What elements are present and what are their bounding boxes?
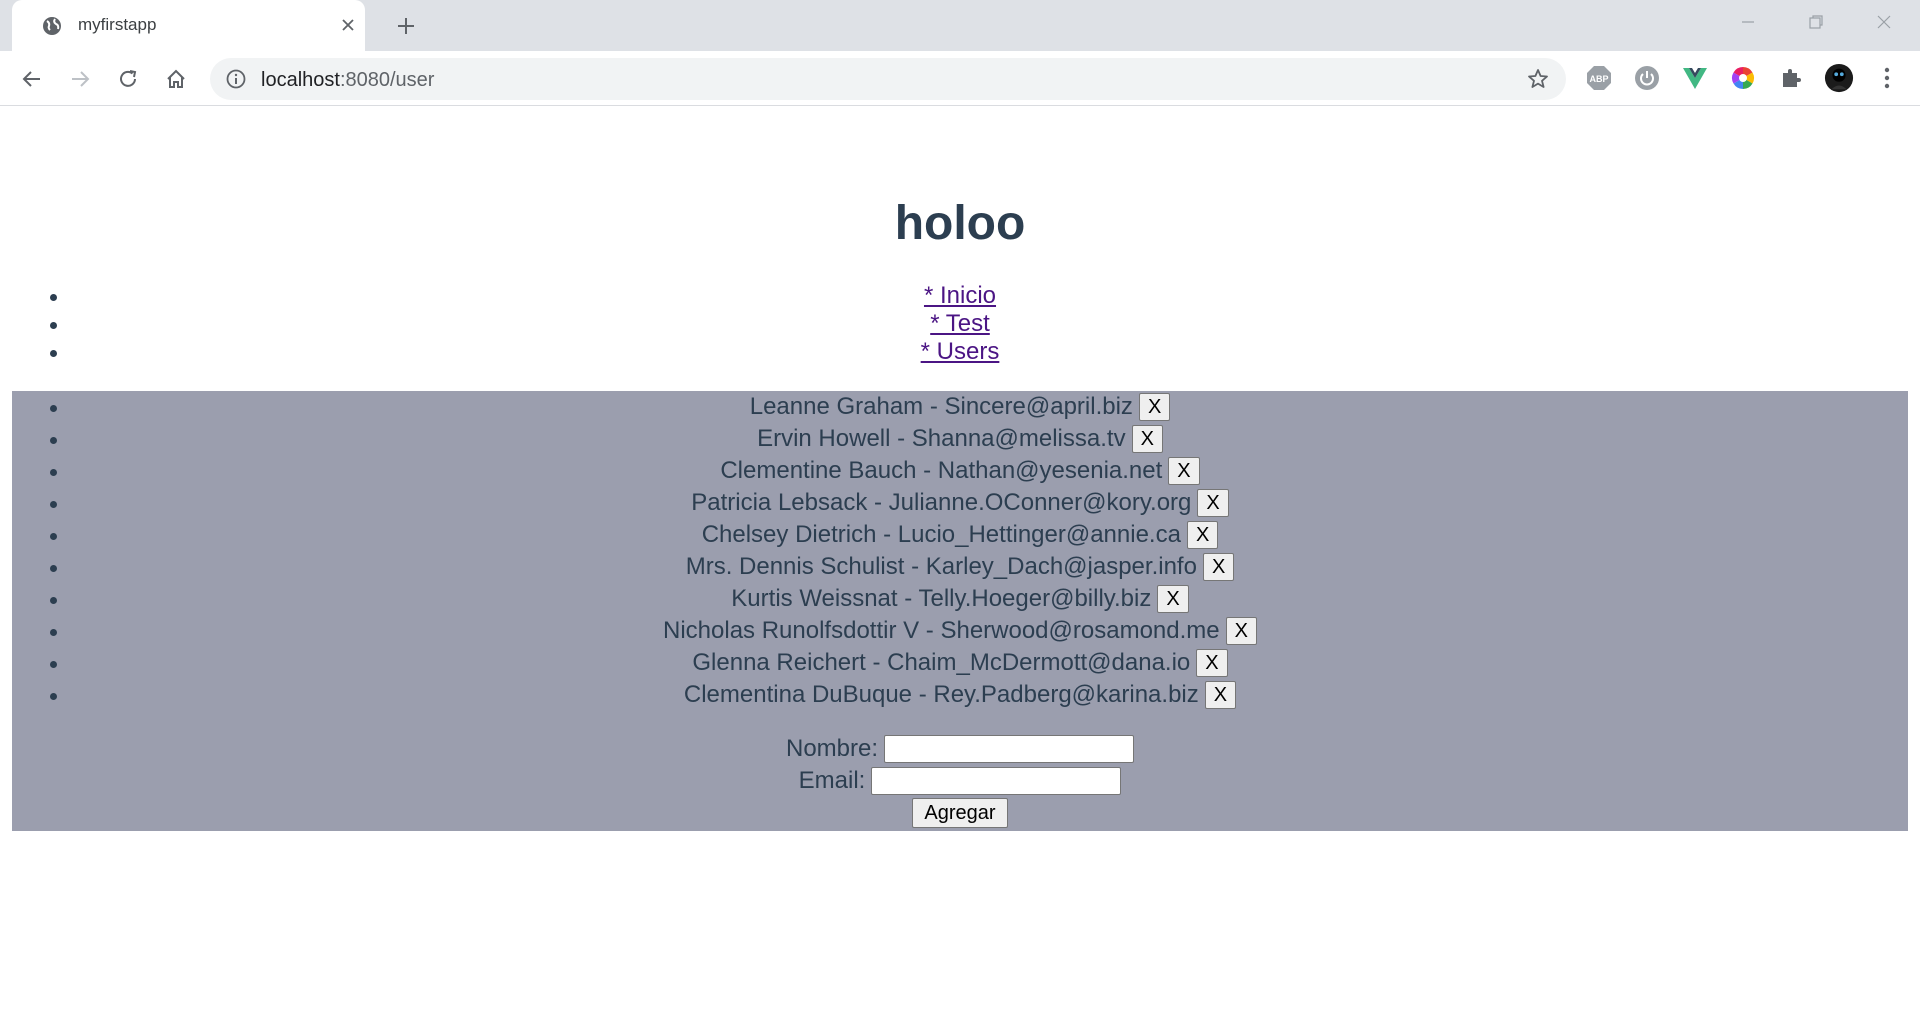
delete-user-button[interactable]: X xyxy=(1138,393,1171,421)
user-list-item: Kurtis Weissnat - Telly.Hoeger@billy.biz… xyxy=(0,583,1920,615)
email-label: Email: xyxy=(798,767,866,794)
name-row: Nombre: xyxy=(0,733,1920,765)
nav-link-test[interactable]: * Test xyxy=(930,310,990,337)
user-list-item: Mrs. Dennis Schulist - Karley_Dach@jaspe… xyxy=(0,551,1920,583)
address-bar[interactable]: localhost:8080/user xyxy=(210,58,1566,100)
restore-icon[interactable] xyxy=(1786,0,1846,44)
email-input[interactable] xyxy=(871,767,1122,795)
user-text: Ervin Howell - Shanna@melissa.tv xyxy=(757,425,1126,452)
name-label: Nombre: xyxy=(785,735,879,762)
forward-arrow-icon[interactable] xyxy=(62,61,98,97)
add-user-form: Nombre: Email: Agregar xyxy=(0,733,1920,829)
bookmark-star-icon[interactable] xyxy=(1526,67,1550,91)
tab-strip: myfirstapp xyxy=(0,0,1920,51)
minimize-icon[interactable] xyxy=(1718,0,1778,44)
delete-user-button[interactable]: X xyxy=(1225,617,1257,645)
adblock-extension-icon[interactable]: ABP xyxy=(1584,63,1614,93)
user-text: Glenna Reichert - Chaim_McDermott@dana.i… xyxy=(692,649,1191,676)
delete-user-button[interactable]: X xyxy=(1197,489,1229,517)
user-list-item: Glenna Reichert - Chaim_McDermott@dana.i… xyxy=(0,647,1920,679)
email-row: Email: xyxy=(0,765,1920,797)
delete-user-button[interactable]: X xyxy=(1202,553,1235,581)
url-host: localhost xyxy=(261,69,340,91)
delete-user-button[interactable]: X xyxy=(1204,681,1237,709)
info-icon[interactable] xyxy=(226,69,246,89)
name-input[interactable] xyxy=(884,735,1135,763)
user-text: Nicholas Runolfsdottir V - Sherwood@rosa… xyxy=(663,617,1220,644)
user-text: Patricia Lebsack - Julianne.OConner@kory… xyxy=(691,489,1192,516)
user-list: Leanne Graham - Sincere@april.biz X Ervin… xyxy=(0,391,1920,711)
tab-title: myfirstapp xyxy=(78,15,157,34)
delete-user-button[interactable]: X xyxy=(1186,521,1219,549)
delete-user-button[interactable]: X xyxy=(1157,585,1189,613)
svg-text:ABP: ABP xyxy=(1589,74,1608,84)
user-text: Clementine Bauch - Nathan@yesenia.net xyxy=(720,457,1163,484)
add-user-button[interactable]: Agregar xyxy=(912,797,1008,828)
user-list-item: Patricia Lebsack - Julianne.OConner@kory… xyxy=(0,487,1920,519)
globe-icon xyxy=(43,17,61,35)
reload-icon[interactable] xyxy=(110,61,146,97)
user-text: Mrs. Dennis Schulist - Karley_Dach@jaspe… xyxy=(685,553,1197,580)
color-picker-icon[interactable] xyxy=(1728,63,1758,93)
user-text: Clementina DuBuque - Rey.Padberg@karina.… xyxy=(683,681,1199,708)
more-menu-icon[interactable] xyxy=(1872,63,1902,93)
browser-tab[interactable]: myfirstapp xyxy=(12,0,365,51)
home-icon[interactable] xyxy=(158,61,194,97)
nav-link-users[interactable]: * Users xyxy=(921,338,1000,365)
back-arrow-icon[interactable] xyxy=(14,61,50,97)
nav-list: * Inicio * Test * Users xyxy=(0,282,1920,366)
user-text: Chelsey Dietrich - Lucio_Hettinger@annie… xyxy=(701,521,1181,548)
page-title: holoo xyxy=(894,197,1026,250)
nav-item-test: * Test xyxy=(0,310,1920,338)
new-tab-icon[interactable] xyxy=(392,12,420,40)
power-extension-icon[interactable] xyxy=(1632,63,1662,93)
browser-toolbar: localhost:8080/user ABP xyxy=(0,51,1920,106)
vue-devtools-icon[interactable] xyxy=(1680,63,1710,93)
delete-user-button[interactable]: X xyxy=(1131,425,1163,453)
url-path: :8080/user xyxy=(339,69,435,91)
user-list-item: Chelsey Dietrich - Lucio_Hettinger@annie… xyxy=(0,519,1920,551)
user-list-item: Leanne Graham - Sincere@april.biz X xyxy=(0,391,1920,423)
users-panel: Leanne Graham - Sincere@april.biz X Ervin… xyxy=(12,391,1908,831)
submit-row: Agregar xyxy=(0,797,1920,829)
nav-item-users: * Users xyxy=(0,338,1920,366)
user-list-item: Clementine Bauch - Nathan@yesenia.net X xyxy=(0,455,1920,487)
user-list-item: Ervin Howell - Shanna@melissa.tv X xyxy=(0,423,1920,455)
user-list-item: Nicholas Runolfsdottir V - Sherwood@rosa… xyxy=(0,615,1920,647)
extensions-puzzle-icon[interactable] xyxy=(1776,63,1806,93)
close-window-icon[interactable] xyxy=(1854,0,1914,44)
nav-item-inicio: * Inicio xyxy=(0,282,1920,310)
delete-user-button[interactable]: X xyxy=(1168,457,1200,485)
user-list-item: Clementina DuBuque - Rey.Padberg@karina.… xyxy=(0,679,1920,711)
close-tab-icon[interactable] xyxy=(337,14,359,36)
user-text: Leanne Graham - Sincere@april.biz xyxy=(749,393,1133,420)
user-text: Kurtis Weissnat - Telly.Hoeger@billy.biz xyxy=(731,585,1152,612)
url-text[interactable]: localhost:8080/user xyxy=(261,69,434,92)
profile-avatar[interactable] xyxy=(1824,63,1854,93)
nav-link-inicio[interactable]: * Inicio xyxy=(924,282,996,309)
delete-user-button[interactable]: X xyxy=(1196,649,1228,677)
